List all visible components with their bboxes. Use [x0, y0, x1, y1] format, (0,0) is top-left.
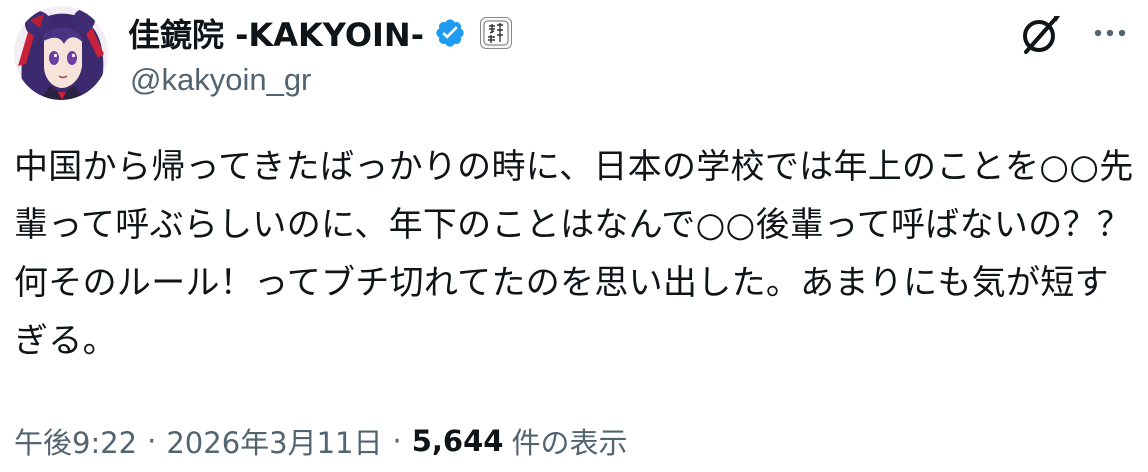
tweet-date[interactable]: 2026年3月11日: [166, 420, 382, 462]
views-count: 5,644: [411, 424, 504, 458]
avatar-image: [14, 6, 108, 100]
tweet-card: 佳鏡院 -KAKYOIN- @kakyoin_gr 中国から帰ってきたばっかりの…: [0, 0, 1148, 472]
views-label: 件の表示: [511, 426, 628, 460]
affiliate-badge-icon[interactable]: [480, 17, 512, 49]
avatar[interactable]: [14, 6, 108, 100]
author-handle[interactable]: @kakyoin_gr: [130, 62, 311, 98]
grok-slash-icon[interactable]: [1018, 12, 1064, 58]
tweet-meta: 午後9:22 · 2026年3月11日 · 5,644 件の表示: [14, 420, 627, 462]
display-name[interactable]: 佳鏡院 -KAKYOIN-: [128, 10, 424, 56]
meta-separator: ·: [392, 424, 402, 458]
author-name-row: 佳鏡院 -KAKYOIN-: [128, 8, 512, 58]
tweet-text: 中国から帰ってきたばっかりの時に、日本の学校では年上のことを○○先輩って呼ぶらし…: [14, 147, 1134, 361]
verified-check-icon[interactable]: [434, 17, 466, 49]
more-dots-icon[interactable]: [1090, 16, 1130, 50]
tweet-time[interactable]: 午後9:22: [14, 420, 137, 462]
meta-separator: ·: [147, 424, 157, 458]
